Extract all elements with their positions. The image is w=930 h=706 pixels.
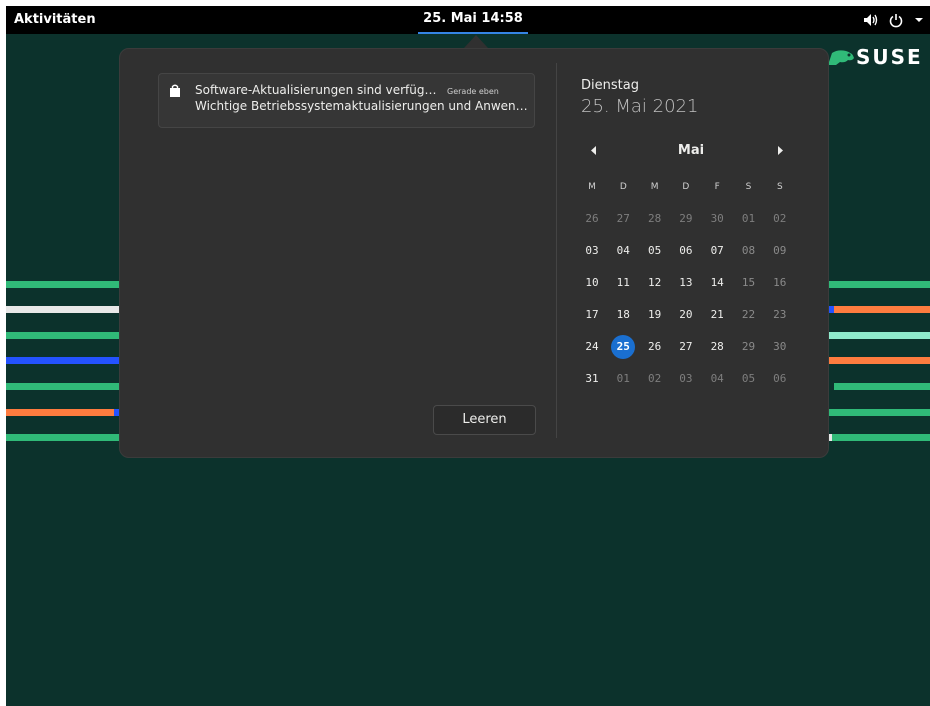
calendar-day[interactable]: 06 [672,239,700,263]
calendar-day-header: S [745,182,752,192]
volume-icon [864,14,878,26]
wallpaper-stripe [6,357,126,364]
next-month-icon[interactable] [777,146,783,155]
calendar-day[interactable]: 10 [578,271,606,295]
calendar-day-header: D [619,182,627,192]
clear-button[interactable]: Leeren [433,405,536,435]
calendar-day[interactable]: 17 [578,303,606,327]
calendar-day[interactable]: 20 [672,303,700,327]
wallpaper-stripe [6,383,126,390]
wallpaper-stripe [826,409,930,416]
wallpaper-stripe [6,409,114,416]
calendar-day[interactable]: 01 [609,367,637,391]
chevron-down-icon [915,18,923,22]
calendar-day-header: D [682,182,690,192]
calendar-day[interactable]: 30 [703,207,731,231]
calendar-day[interactable]: 15 [735,271,763,295]
power-icon [889,14,903,28]
wallpaper-stripe [826,332,930,339]
calendar-day[interactable]: 16 [766,271,794,295]
divider [556,63,557,438]
calendar-day[interactable]: 22 [735,303,763,327]
calendar-day[interactable]: 31 [578,367,606,391]
calendar-day[interactable]: 18 [609,303,637,327]
desktop: SUSE Aktivitäten 25. Mai 14:58 Software-… [6,6,930,706]
calendar-day[interactable]: 06 [766,367,794,391]
today-marker: 25 [611,335,636,359]
calendar-day[interactable]: 21 [703,303,731,327]
calendar-day-header: S [776,182,783,192]
calendar-day[interactable]: 29 [735,335,763,359]
calendar-day[interactable]: 27 [609,207,637,231]
calendar-day[interactable]: 04 [703,367,731,391]
calendar-day-header: M [650,182,659,192]
wallpaper-stripe [6,306,126,313]
calendar-full-date[interactable]: 25. Mai 2021 [581,96,698,117]
wallpaper-stripe [826,357,930,364]
calendar-day[interactable]: 02 [641,367,669,391]
calendar-day[interactable]: 02 [766,207,794,231]
wallpaper-stripe [826,281,930,288]
calendar-day[interactable]: 08 [735,239,763,263]
popover-arrow [464,35,488,48]
shopping-bag-icon [170,84,180,97]
suse-logo-text: SUSE [856,45,923,69]
calendar-day[interactable]: 03 [672,367,700,391]
calendar-day[interactable]: 09 [766,239,794,263]
calendar-day[interactable]: 13 [672,271,700,295]
calendar-day[interactable]: 29 [672,207,700,231]
calendar-day[interactable]: 11 [609,271,637,295]
wallpaper-stripe [6,281,126,288]
calendar-day[interactable]: 12 [641,271,669,295]
notification-time: Gerade eben [447,87,499,96]
calendar-day[interactable]: 27 [672,335,700,359]
suse-logo: SUSE [826,44,926,70]
calendar-day-header: F [714,182,720,192]
system-menu-button[interactable] [860,6,930,34]
calendar-day[interactable]: 26 [641,335,669,359]
calendar-day[interactable]: 23 [766,303,794,327]
calendar-day[interactable]: 28 [641,207,669,231]
previous-month-icon[interactable] [591,146,597,155]
wallpaper-stripe [834,383,930,390]
date-menu-popover: Software-Aktualisierungen sind verfüg… G… [119,48,829,458]
calendar-day[interactable]: 24 [578,335,606,359]
calendar-day[interactable]: 07 [703,239,731,263]
notification-body: Wichtige Betriebssystemaktualisierungen … [195,99,528,113]
calendar-weekday: Dienstag [581,78,639,93]
calendar-day[interactable]: 14 [703,271,731,295]
calendar-day[interactable]: 28 [703,335,731,359]
wallpaper-stripe [6,434,126,441]
chameleon-icon [828,50,854,65]
calendar-day[interactable]: 04 [609,239,637,263]
calendar-day-today[interactable]: 25 [609,335,637,359]
calendar-day-header: M [588,182,596,192]
calendar-day[interactable]: 01 [735,207,763,231]
notification-item[interactable]: Software-Aktualisierungen sind verfüg… G… [158,73,535,128]
calendar-month-name: Mai [677,143,705,158]
clock-button[interactable]: 25. Mai 14:58 [418,6,528,34]
notification-title: Software-Aktualisierungen sind verfüg… [195,83,437,97]
wallpaper-stripe [832,434,930,441]
top-bar: Aktivitäten 25. Mai 14:58 [6,6,930,34]
calendar-day[interactable]: 05 [641,239,669,263]
calendar-day[interactable]: 30 [766,335,794,359]
calendar-day[interactable]: 03 [578,239,606,263]
wallpaper-stripe [6,332,126,339]
calendar-day[interactable]: 19 [641,303,669,327]
activities-button[interactable]: Aktivitäten [14,6,96,34]
calendar-day[interactable]: 26 [578,207,606,231]
wallpaper-stripe [834,306,930,313]
calendar-month-nav: Mai [581,141,783,161]
calendar-day[interactable]: 05 [735,367,763,391]
